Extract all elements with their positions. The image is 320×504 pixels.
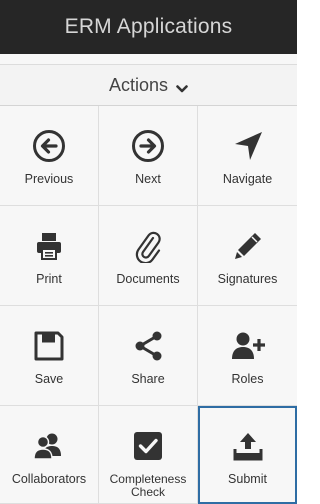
users-icon xyxy=(31,428,67,464)
arrow-left-circle-icon xyxy=(31,128,67,164)
save-label: Save xyxy=(34,372,64,386)
previous-label: Previous xyxy=(24,172,74,186)
completeness-check-label: Completeness Check xyxy=(109,472,187,499)
user-plus-icon xyxy=(230,328,266,364)
share-icon xyxy=(130,328,166,364)
documents-button[interactable]: Documents xyxy=(99,206,198,306)
printer-icon xyxy=(31,228,67,264)
print-button[interactable]: Print xyxy=(0,206,99,306)
pencil-icon xyxy=(230,228,266,264)
next-button[interactable]: Next xyxy=(99,106,198,206)
signatures-label: Signatures xyxy=(217,272,278,286)
collaborators-button[interactable]: Collaborators xyxy=(0,406,99,504)
share-label: Share xyxy=(131,372,165,386)
paperclip-icon xyxy=(130,228,166,264)
app-title: ERM Applications xyxy=(64,15,233,38)
actions-label: Actions xyxy=(108,74,169,95)
roles-label: Roles xyxy=(231,372,264,386)
completeness-check-button[interactable]: Completeness Check xyxy=(99,406,198,504)
roles-button[interactable]: Roles xyxy=(198,306,297,406)
checkbox-icon xyxy=(130,428,166,464)
location-arrow-icon xyxy=(230,128,266,164)
upload-tray-icon xyxy=(230,428,266,464)
navigate-button[interactable]: Navigate xyxy=(198,106,297,206)
actions-dropdown[interactable]: Actions xyxy=(0,64,297,106)
navigate-label: Navigate xyxy=(222,172,273,186)
save-button[interactable]: Save xyxy=(0,306,99,406)
app-header: ERM Applications xyxy=(0,0,297,54)
collaborators-label: Collaborators xyxy=(11,472,87,486)
action-grid: Previous Next Navigate Print Documents S… xyxy=(0,106,297,504)
arrow-right-circle-icon xyxy=(130,128,166,164)
print-label: Print xyxy=(36,272,62,286)
chevron-down-icon xyxy=(176,79,188,93)
signatures-button[interactable]: Signatures xyxy=(198,206,297,306)
next-label: Next xyxy=(135,172,161,186)
floppy-disk-icon xyxy=(31,328,67,364)
previous-button[interactable]: Previous xyxy=(0,106,99,206)
erm-app: ERM Applications Actions Previous Next N… xyxy=(0,0,297,504)
submit-label: Submit xyxy=(228,472,267,486)
share-button[interactable]: Share xyxy=(99,306,198,406)
documents-label: Documents xyxy=(116,272,180,286)
submit-button[interactable]: Submit xyxy=(198,406,297,504)
